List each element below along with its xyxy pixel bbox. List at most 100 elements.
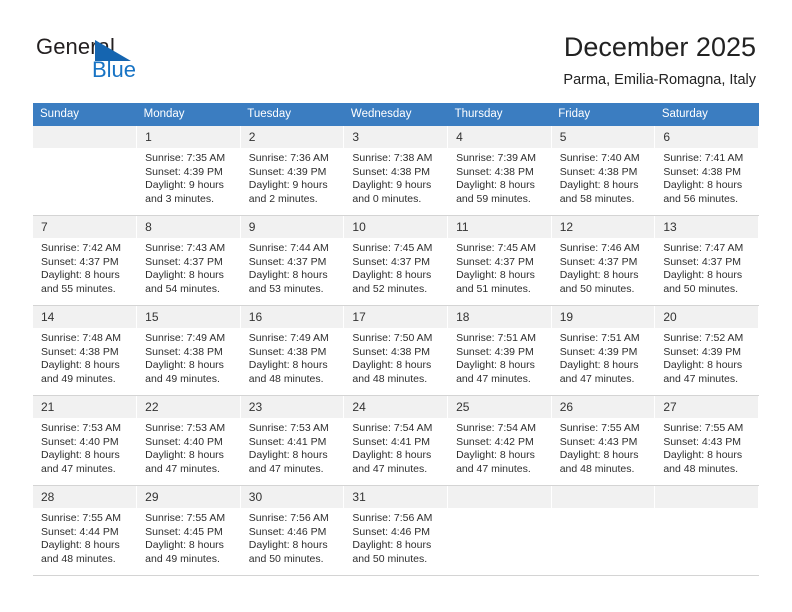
daylight-1-text: Daylight: 8 hours [456,269,535,282]
calendar-cell-day-31[interactable]: 31 Sunrise: 7:56 AM Sunset: 4:46 PM Dayligh… [343,485,449,576]
sunrise-text: Sunrise: 7:56 AM [352,512,433,524]
sunset-text: Sunset: 4:39 PM [663,345,741,358]
calendar-cell-day-2[interactable]: 2 Sunrise: 7:36 AM Sunset: 4:39 PM Daylight… [240,126,345,216]
calendar-cell-day-10[interactable]: 10 Sunrise: 7:45 AM Sunset: 4:37 PM Dayligh… [343,215,449,306]
calendar-week-row: 1 Sunrise: 7:35 AM Sunset: 4:39 PM Daylight… [33,126,759,216]
daylight-1-text: Daylight: 8 hours [41,539,120,552]
day-details: Sunrise: 7:53 AM Sunset: 4:40 PM Daylight:… [137,418,240,476]
day-number: 23 [240,396,344,418]
day-details: Sunrise: 7:36 AM Sunset: 4:39 PM Daylight:… [241,148,344,206]
calendar-cell-day-24[interactable]: 24 Sunrise: 7:54 AM Sunset: 4:41 PM Dayligh… [343,395,449,486]
calendar-cell-day-15[interactable]: 15 Sunrise: 7:49 AM Sunset: 4:38 PM Dayligh… [136,305,241,396]
sunset-text: Sunset: 4:38 PM [456,165,534,178]
sunset-text: Sunset: 4:45 PM [145,525,223,538]
day-number: 19 [551,306,655,328]
daylight-2-text: and 47 minutes. [456,372,531,385]
calendar-cell-empty [447,485,552,576]
day-number [33,126,137,148]
calendar-cell-empty [654,485,759,576]
calendar-cell-day-26[interactable]: 26 Sunrise: 7:55 AM Sunset: 4:43 PM Dayligh… [551,395,656,486]
day-details: Sunrise: 7:55 AM Sunset: 4:43 PM Daylight:… [655,418,758,476]
sunrise-text: Sunrise: 7:55 AM [41,512,121,524]
sunrise-text: Sunrise: 7:39 AM [456,152,537,164]
daylight-1-text: Daylight: 8 hours [456,449,535,462]
daylight-1-text: Daylight: 8 hours [145,359,224,372]
calendar-cell-day-12[interactable]: 12 Sunrise: 7:46 AM Sunset: 4:37 PM Dayligh… [551,215,656,306]
sunset-text: Sunset: 4:39 PM [559,345,638,358]
day-number: 3 [344,126,448,148]
calendar-cell-day-11[interactable]: 11 Sunrise: 7:45 AM Sunset: 4:37 PM Dayligh… [447,215,552,306]
day-number: 16 [240,306,344,328]
daylight-2-text: and 49 minutes. [145,372,220,385]
sunrise-text: Sunrise: 7:53 AM [41,422,121,434]
daylight-2-text: and 50 minutes. [248,552,324,565]
daylight-2-text: and 47 minutes. [41,462,116,475]
calendar-cell-day-9[interactable]: 9 Sunrise: 7:44 AM Sunset: 4:37 PM Daylight… [240,215,345,306]
calendar-cell-day-28[interactable]: 28 Sunrise: 7:55 AM Sunset: 4:44 PM Dayligh… [33,485,138,576]
day-details: Sunrise: 7:49 AM Sunset: 4:38 PM Daylight:… [137,328,240,386]
daylight-2-text: and 48 minutes. [663,462,739,475]
calendar-cell-day-29[interactable]: 29 Sunrise: 7:55 AM Sunset: 4:45 PM Dayligh… [136,485,241,576]
day-number: 27 [655,396,758,418]
calendar-cell-day-8[interactable]: 8 Sunrise: 7:43 AM Sunset: 4:37 PM Daylight… [136,215,241,306]
sunset-text: Sunset: 4:42 PM [456,435,534,448]
day-details: Sunrise: 7:53 AM Sunset: 4:40 PM Daylight:… [33,418,136,476]
calendar-body: 1 Sunrise: 7:35 AM Sunset: 4:39 PM Daylight… [33,126,759,576]
calendar-cell-day-14[interactable]: 14 Sunrise: 7:48 AM Sunset: 4:38 PM Dayligh… [33,305,138,396]
sunrise-text: Sunrise: 7:41 AM [663,152,744,164]
daylight-2-text: and 48 minutes. [559,462,635,475]
calendar-cell-day-3[interactable]: 3 Sunrise: 7:38 AM Sunset: 4:38 PM Daylight… [343,126,449,216]
calendar-cell-day-18[interactable]: 18 Sunrise: 7:51 AM Sunset: 4:39 PM Dayligh… [447,305,552,396]
daylight-2-text: and 50 minutes. [663,282,739,295]
calendar-cell-day-19[interactable]: 19 Sunrise: 7:51 AM Sunset: 4:39 PM Dayligh… [551,305,656,396]
calendar-cell-day-22[interactable]: 22 Sunrise: 7:53 AM Sunset: 4:40 PM Dayligh… [136,395,241,486]
calendar-cell-day-21[interactable]: 21 Sunrise: 7:53 AM Sunset: 4:40 PM Dayligh… [33,395,138,486]
sunset-text: Sunset: 4:40 PM [41,435,119,448]
day-number: 15 [137,306,240,328]
daylight-1-text: Daylight: 8 hours [663,449,743,462]
calendar-cell-day-17[interactable]: 17 Sunrise: 7:50 AM Sunset: 4:38 PM Dayligh… [343,305,449,396]
daylight-2-text: and 47 minutes. [663,372,739,385]
sunset-text: Sunset: 4:37 PM [41,255,119,268]
daylight-2-text: and 49 minutes. [145,552,220,565]
calendar-cell-day-13[interactable]: 13 Sunrise: 7:47 AM Sunset: 4:37 PM Dayligh… [654,215,759,306]
calendar-cell-day-20[interactable]: 20 Sunrise: 7:52 AM Sunset: 4:39 PM Dayligh… [654,305,759,396]
calendar-cell-day-5[interactable]: 5 Sunrise: 7:40 AM Sunset: 4:38 PM Daylight… [551,126,656,216]
sunset-text: Sunset: 4:37 PM [145,255,223,268]
sunset-text: Sunset: 4:38 PM [248,345,327,358]
sunrise-text: Sunrise: 7:36 AM [248,152,329,164]
daylight-2-text: and 2 minutes. [248,192,318,205]
calendar-cell-day-7[interactable]: 7 Sunrise: 7:42 AM Sunset: 4:37 PM Daylight… [33,215,138,306]
calendar-cell-empty [33,126,138,216]
daylight-1-text: Daylight: 8 hours [41,449,120,462]
sunset-text: Sunset: 4:44 PM [41,525,119,538]
sunset-text: Sunset: 4:38 PM [663,165,741,178]
sunrise-text: Sunrise: 7:49 AM [145,332,226,344]
calendar-cell-day-1[interactable]: 1 Sunrise: 7:35 AM Sunset: 4:39 PM Daylight… [136,126,241,216]
day-number: 30 [240,486,344,508]
calendar-cell-day-27[interactable]: 27 Sunrise: 7:55 AM Sunset: 4:43 PM Dayligh… [654,395,759,486]
weekday-header-sunday: Sunday [33,103,137,126]
sunrise-text: Sunrise: 7:47 AM [663,242,744,254]
calendar-cell-day-6[interactable]: 6 Sunrise: 7:41 AM Sunset: 4:38 PM Daylight… [654,126,759,216]
daylight-2-text: and 47 minutes. [352,462,428,475]
daylight-1-text: Daylight: 8 hours [663,269,743,282]
calendar-cell-empty [551,485,656,576]
calendar-cell-day-30[interactable]: 30 Sunrise: 7:56 AM Sunset: 4:46 PM Dayligh… [240,485,345,576]
general-blue-logo[interactable]: General Blue [36,34,216,88]
sunrise-text: Sunrise: 7:53 AM [248,422,329,434]
calendar-cell-day-23[interactable]: 23 Sunrise: 7:53 AM Sunset: 4:41 PM Dayligh… [240,395,345,486]
page-title: December 2025 [563,32,756,62]
calendar-cell-day-16[interactable]: 16 Sunrise: 7:49 AM Sunset: 4:38 PM Dayligh… [240,305,345,396]
day-number: 29 [137,486,240,508]
sunset-text: Sunset: 4:46 PM [352,525,431,538]
daylight-1-text: Daylight: 8 hours [352,449,432,462]
daylight-1-text: Daylight: 8 hours [145,539,224,552]
day-number [655,486,758,508]
daylight-2-text: and 48 minutes. [352,372,428,385]
daylight-2-text: and 47 minutes. [248,462,324,475]
calendar-cell-day-4[interactable]: 4 Sunrise: 7:39 AM Sunset: 4:38 PM Daylight… [447,126,552,216]
day-number: 6 [655,126,758,148]
calendar-cell-day-25[interactable]: 25 Sunrise: 7:54 AM Sunset: 4:42 PM Dayligh… [447,395,552,486]
daylight-1-text: Daylight: 8 hours [248,269,328,282]
